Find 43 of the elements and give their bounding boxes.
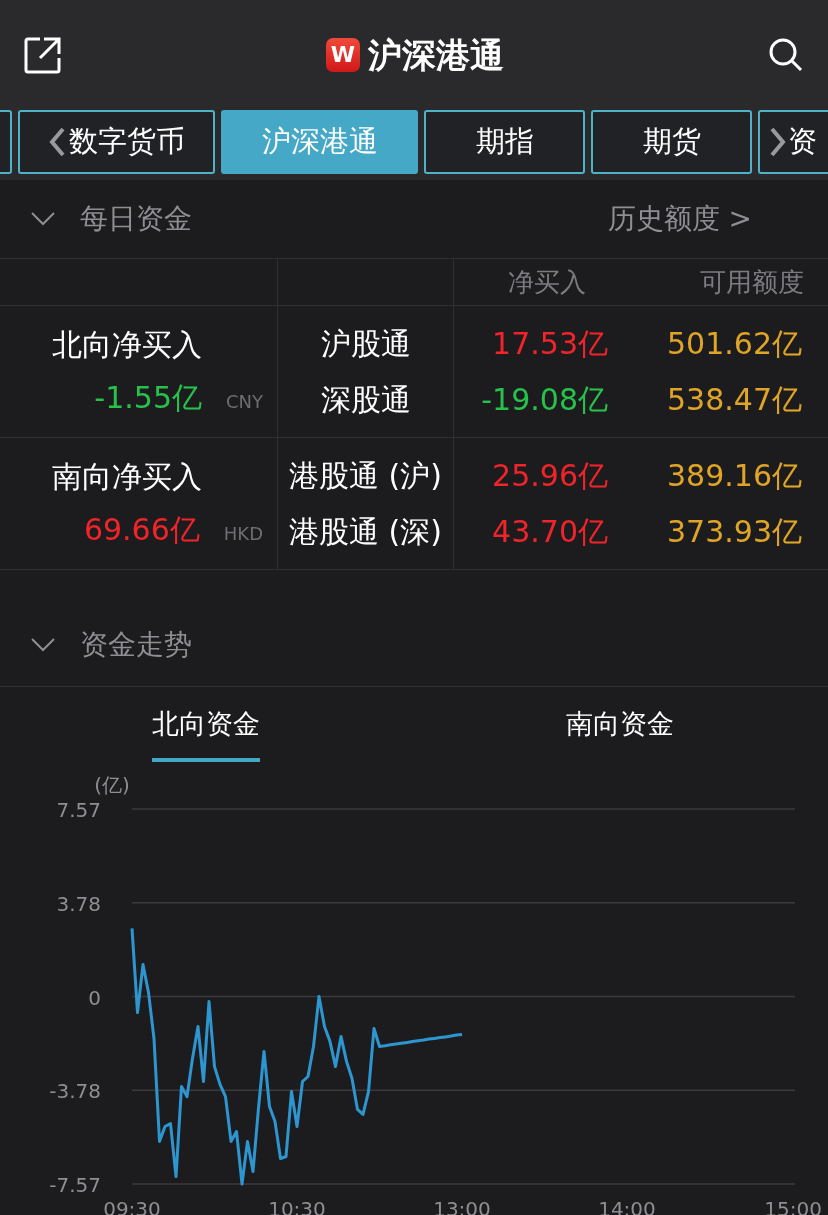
subtab[interactable]: 北向资金: [152, 687, 260, 762]
subtab[interactable]: 南向资金: [566, 687, 674, 762]
history-quota-link[interactable]: 历史额度 >: [607, 198, 752, 240]
group-label: 北向净买入: [52, 325, 203, 364]
net-buy-value: 25.96亿: [492, 456, 608, 495]
section-title: 每日资金: [80, 201, 192, 237]
chevron-down-icon[interactable]: [30, 211, 56, 227]
tab[interactable]: 期货: [591, 110, 752, 174]
column-header: 可用额度: [700, 265, 804, 299]
section-title: 资金走势: [80, 627, 192, 663]
tab[interactable]: 数字货币: [18, 110, 215, 174]
tab[interactable]: 资: [758, 110, 828, 174]
currency-label: HKD: [223, 521, 263, 546]
share-icon[interactable]: [24, 36, 62, 74]
y-tick-label: 3.78: [56, 891, 101, 916]
chevron-left-icon: [48, 127, 65, 157]
channel-name: 港股通 (深): [289, 512, 442, 551]
tab[interactable]: 期指: [424, 110, 585, 174]
net-total: 69.66亿: [83, 510, 200, 549]
channel-name: 港股通 (沪): [289, 456, 442, 495]
currency-label: CNY: [225, 389, 263, 414]
y-tick-label: 7.57: [56, 798, 101, 822]
chevron-down-icon[interactable]: [30, 637, 56, 653]
channel-name: 沪股通: [320, 324, 411, 363]
net-buy-value: 43.70亿: [492, 512, 608, 551]
quota-value: 501.62亿: [667, 324, 802, 363]
chevron-right-icon: [770, 127, 786, 157]
search-icon[interactable]: [768, 37, 804, 73]
net-total: -1.55亿: [94, 378, 202, 417]
y-tick-label: -7.57: [49, 1173, 101, 1197]
net-buy-value: -19.08亿: [481, 380, 608, 419]
y-tick-label: 0: [88, 985, 101, 1010]
quota-value: 538.47亿: [667, 380, 802, 419]
page-title: 沪深港通: [368, 33, 504, 77]
group-label: 南向净买入: [52, 457, 203, 496]
axis-unit-label: (亿): [94, 773, 130, 797]
net-buy-value: 17.53亿: [492, 324, 608, 363]
app-logo: W: [326, 38, 360, 72]
column-header: 净买入: [508, 265, 586, 299]
quota-value: 373.93亿: [667, 512, 802, 551]
y-tick-label: -3.78: [49, 1079, 101, 1104]
quota-value: 389.16亿: [667, 456, 802, 495]
channel-name: 深股通: [320, 380, 411, 419]
